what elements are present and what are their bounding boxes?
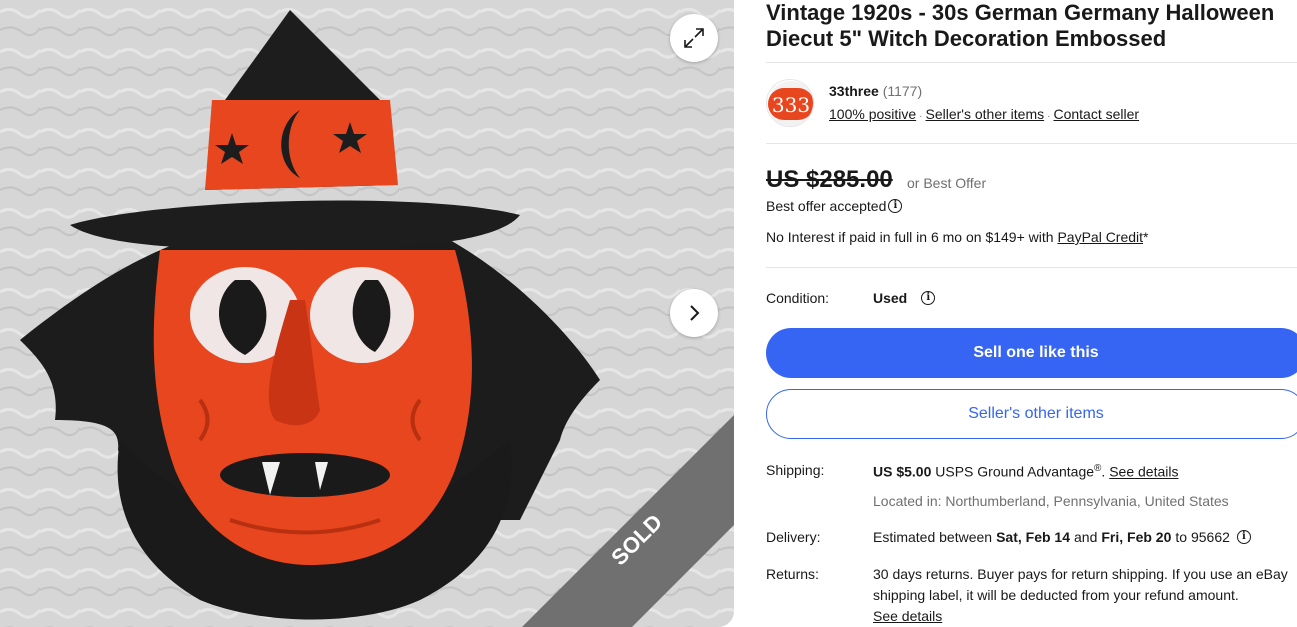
separator: · [919,111,923,122]
seller-avatar-text: 333 [772,93,810,117]
item-location: Located in: Northumberland, Pennsylvania… [873,493,1229,509]
delivery-label: Delivery: [766,529,821,545]
positive-feedback-link[interactable]: 100% positive [829,106,916,122]
best-offer-label: or Best Offer [907,175,987,191]
sell-one-like-this-button[interactable]: Sell one like this [766,328,1297,378]
paypal-credit-link[interactable]: PayPal Credit [1057,229,1143,245]
listing-title: Vintage 1920s - 30s German Germany Hallo… [766,0,1297,52]
seller-links: 100% positive · Seller's other items · Conta… [829,106,1139,122]
registered-mark: ® [1094,463,1102,474]
returns-details-link[interactable]: See details [873,608,942,624]
offer-status-text: Best offer accepted [766,198,887,214]
shipping-price: US $5.00 [873,463,932,480]
seller-name-block: 33three (1177) [829,83,922,99]
location-value: Northumberland, Pennsylvania, United Sta… [945,493,1229,509]
contact-seller-link[interactable]: Contact seller [1053,106,1139,122]
delivery-prefix: Estimated between [873,529,993,545]
chevron-right-icon [690,305,700,321]
delivery-start: Sat, Feb 14 [996,529,1070,545]
financing-text: No Interest if paid in full in 6 mo on $… [766,229,1054,245]
shipping-service: USPS Ground Advantage [935,463,1095,480]
seller-name-link[interactable]: 33three [829,83,879,99]
info-icon[interactable]: i [921,291,936,305]
seller-avatar[interactable]: 333 [766,79,814,127]
delivery-and: and [1074,529,1098,545]
price: US $285.00 [766,166,893,193]
financing-info: No Interest if paid in full in 6 mo on $… [766,229,1149,245]
expand-button[interactable] [670,14,718,62]
returns-label: Returns: [766,566,819,582]
condition-value: Used [873,290,908,306]
expand-icon [684,28,704,48]
condition-label: Condition: [766,290,830,306]
seller-other-items-button[interactable]: Seller's other items [766,389,1297,439]
title-line-2: Diecut 5" Witch Decoration Embossed [766,26,1167,51]
shipping-value: US $5.00 USPS Ground Advantage®. See det… [873,463,1179,480]
item-photo[interactable] [0,0,734,627]
delivery-value: Estimated between Sat, Feb 14 and Fri, F… [873,529,1251,545]
divider [766,62,1297,63]
title-line-1: Vintage 1920s - 30s German Germany Hallo… [766,0,1275,25]
divider [766,267,1297,268]
returns-line-1: 30 days returns. Buyer pays for return s… [873,566,1288,582]
financing-suffix: * [1143,229,1149,245]
seller-feedback-count: (1177) [882,83,923,99]
delivery-zip: to 95662 [1175,529,1230,545]
info-icon[interactable]: i [1236,530,1251,544]
shipping-label: Shipping: [766,462,825,478]
offer-status: Best offer accepted i [766,198,903,214]
condition-value-row: Used i [873,290,936,306]
info-icon[interactable]: i [888,199,903,213]
returns-line-2: shipping label, it will be deducted from… [873,587,1239,603]
image-gallery[interactable]: SOLD [0,0,734,627]
location-label: Located in: [873,493,942,509]
delivery-end: Fri, Feb 20 [1101,529,1172,545]
shipping-details-link[interactable]: See details [1109,464,1178,480]
seller-other-items-link[interactable]: Seller's other items [926,106,1045,122]
divider [766,143,1297,144]
next-image-button[interactable] [670,289,718,337]
